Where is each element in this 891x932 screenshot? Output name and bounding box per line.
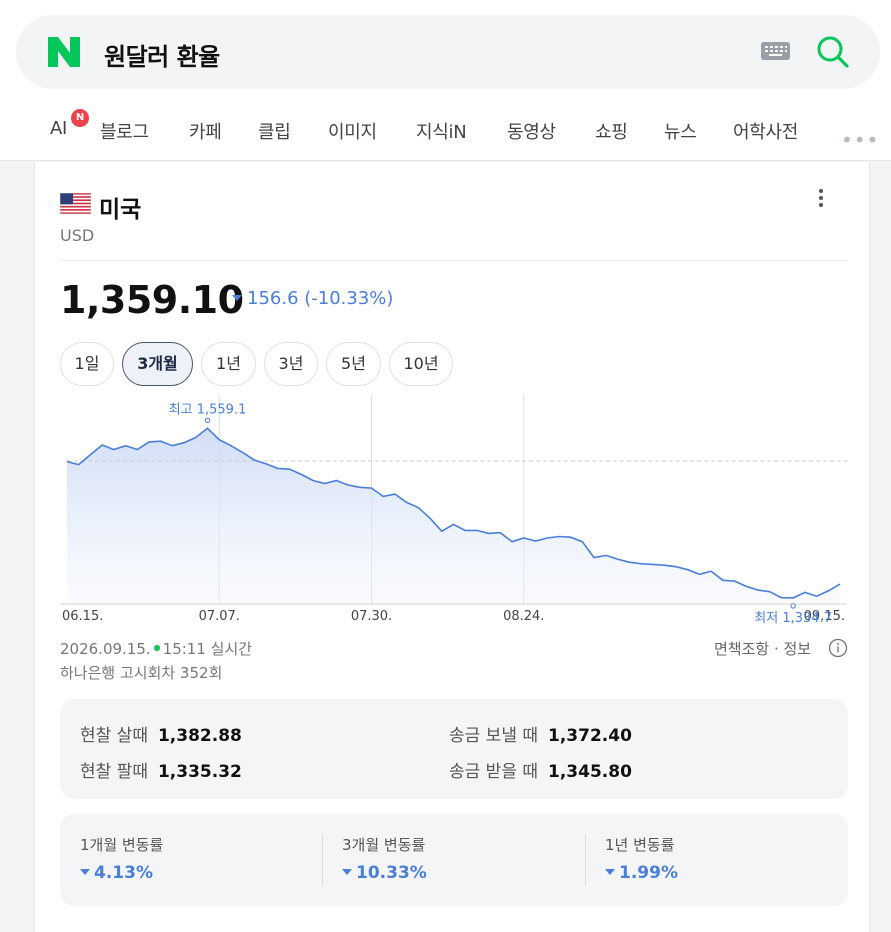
more-tabs-icon[interactable]: ••• (841, 128, 879, 152)
tab-kin[interactable]: 지식iN (416, 118, 467, 144)
keyboard-icon[interactable] (761, 42, 790, 60)
change-1y: 1년 변동률 1.99% (605, 834, 678, 886)
live-dot-icon (153, 645, 160, 651)
cash-buy: 현찰 살때 1,382.88 (80, 721, 242, 746)
change-rates-panel: 1개월 변동률 4.13% 3개월 변동률 10.33% 1년 변동률 1.99… (60, 814, 848, 906)
tab-clip[interactable]: 클립 (258, 118, 291, 144)
remit-send-value: 1,372.40 (548, 726, 632, 746)
tab-blog[interactable]: 블로그 (100, 118, 149, 144)
cash-sell-value: 1,335.32 (157, 762, 242, 782)
chart-area (67, 428, 840, 603)
us-flag-icon (60, 193, 91, 214)
search-header: 원달러 환율 (0, 0, 891, 104)
period-10y[interactable]: 10년 (389, 342, 453, 386)
naver-logo[interactable] (48, 37, 80, 67)
period-1d[interactable]: 1일 (60, 342, 114, 386)
chart-high-marker (204, 417, 211, 424)
rate-chart[interactable]: 06.15. 07.07. 07.30. 08.24. 09.15. 최고 1,559.… (35, 390, 871, 630)
chart-low-marker (790, 603, 796, 609)
tab-shopping[interactable]: 쇼핑 (595, 118, 628, 144)
rate-change-text: 156.6 (-10.33%) (247, 288, 394, 309)
remit-receive-value: 1,345.80 (548, 762, 632, 782)
cash-sell: 현찰 팔때 1,335.32 (80, 757, 242, 782)
cash-buy-label: 현찰 살때 (80, 726, 148, 746)
change-1m: 1개월 변동률 4.13% (80, 834, 163, 886)
search-icon[interactable] (815, 34, 851, 70)
down-arrow-icon (342, 869, 352, 875)
down-arrow-icon (232, 295, 242, 301)
tab-ai[interactable]: AI (50, 118, 67, 139)
change-1y-label: 1년 변동률 (605, 836, 675, 854)
tab-dictionary[interactable]: 어학사전 (733, 118, 798, 144)
currency-code: USD (60, 226, 95, 245)
period-5y[interactable]: 5년 (326, 342, 381, 386)
chart-x-ticks: 06.15. 07.07. 07.30. 08.24. 09.15. (62, 609, 845, 624)
x-tick-label: 07.07. (199, 609, 240, 624)
timestamp: 2026.09.15. 15:11 실시간 (60, 638, 252, 659)
notice-round: 하나은행 고시회차 352회 (60, 664, 223, 682)
tab-cafe[interactable]: 카페 (189, 118, 222, 144)
tab-video[interactable]: 동영상 (507, 118, 556, 144)
country-name: 미국 (99, 197, 142, 223)
chart-high-label: 최고 1,559.1 (169, 402, 247, 417)
disclaimer-link[interactable]: 면책조항 · 정보 (714, 638, 811, 659)
divider (60, 260, 848, 261)
search-bar[interactable]: 원달러 환율 (16, 15, 880, 89)
exchange-rate-card: 미국 USD 1,359.10 156.6 (-10.33%) 1일 3개월 1… (34, 162, 870, 932)
new-badge: N (71, 109, 89, 127)
remit-send: 송금 보낼 때 1,372.40 (449, 721, 632, 746)
tab-image[interactable]: 이미지 (328, 118, 377, 144)
down-arrow-icon (605, 869, 615, 875)
remit-receive: 송금 받을 때 1,345.80 (449, 757, 632, 782)
timestamp-date: 2026.09.15. (60, 640, 151, 658)
timestamp-time: 15:11 실시간 (162, 640, 253, 658)
x-tick-label: 07.30. (351, 609, 392, 624)
period-3m[interactable]: 3개월 (122, 342, 193, 386)
cash-rates-panel: 현찰 살때 1,382.88 현찰 팔때 1,335.32 송금 보낼 때 1,372… (60, 699, 848, 799)
remit-send-label: 송금 보낼 때 (449, 726, 539, 746)
change-3m-label: 3개월 변동률 (342, 836, 426, 854)
change-1y-value: 1.99% (605, 863, 678, 883)
divider (585, 834, 586, 886)
change-3m: 3개월 변동률 10.33% (342, 834, 427, 886)
search-tabs: AI N 블로그 카페 클립 이미지 지식iN 동영상 쇼핑 뉴스 어학사전 •… (0, 104, 891, 161)
chart-low-label: 최저 1,334.7 (754, 611, 832, 626)
more-options-icon[interactable] (815, 187, 827, 209)
period-3y[interactable]: 3년 (264, 342, 318, 386)
change-1m-label: 1개월 변동률 (80, 836, 164, 854)
period-1y[interactable]: 1년 (201, 342, 256, 386)
info-icon[interactable] (828, 638, 848, 658)
change-3m-value: 10.33% (342, 863, 427, 883)
current-rate: 1,359.10 (60, 278, 244, 322)
change-3m-text: 10.33% (356, 863, 427, 883)
remit-receive-label: 송금 받을 때 (449, 762, 539, 782)
down-arrow-icon (80, 869, 90, 875)
change-1m-text: 4.13% (94, 863, 153, 883)
cash-sell-label: 현찰 팔때 (80, 762, 148, 782)
tab-news[interactable]: 뉴스 (664, 118, 697, 144)
rate-change: 156.6 (-10.33%) (232, 288, 393, 309)
x-tick-label: 08.24. (503, 609, 544, 624)
x-tick-label: 06.15. (62, 609, 103, 624)
change-1y-text: 1.99% (619, 863, 678, 883)
cash-buy-value: 1,382.88 (157, 726, 242, 746)
divider (322, 834, 323, 886)
search-input[interactable]: 원달러 환율 (104, 37, 220, 72)
change-1m-value: 4.13% (80, 863, 163, 883)
